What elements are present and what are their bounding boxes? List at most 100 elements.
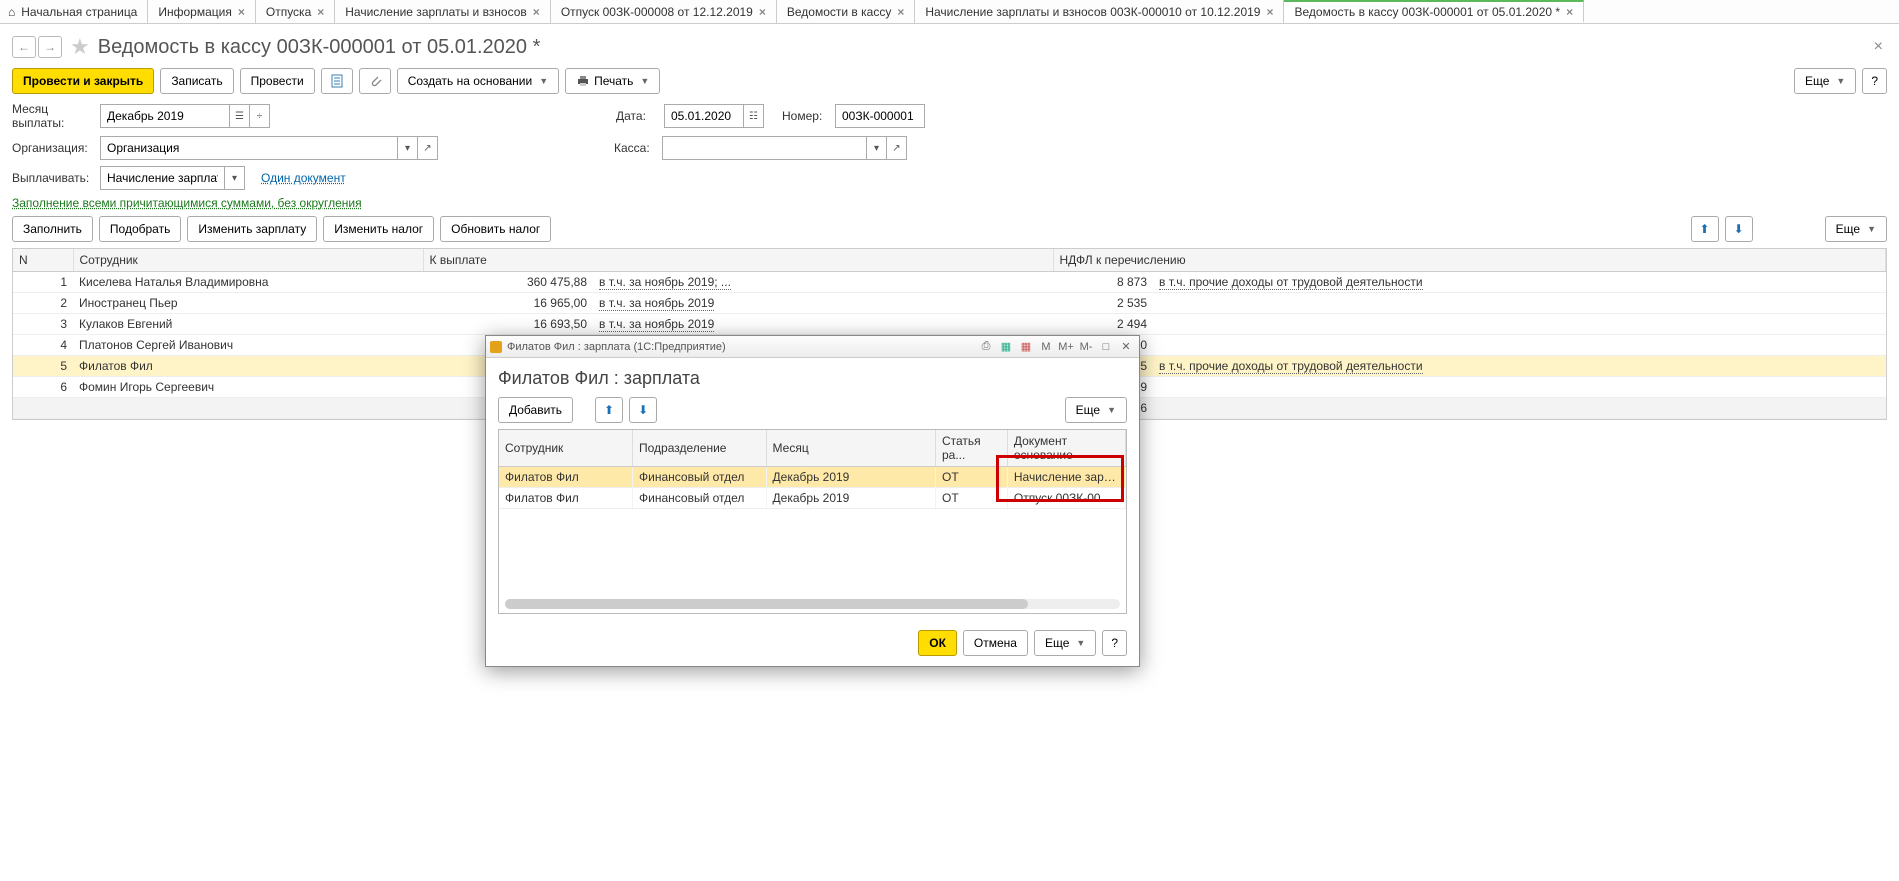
number-input[interactable]: [835, 104, 925, 128]
tab-label: Начисление зарплаты и взносов 00ЗК-00001…: [925, 5, 1260, 19]
cell-ndfl-detail[interactable]: в т.ч. прочие доходы от трудовой деятель…: [1153, 356, 1886, 377]
one-document-link[interactable]: Один документ: [261, 171, 346, 185]
cell-n: 6: [13, 377, 73, 398]
cell-pay-detail[interactable]: в т.ч. за ноябрь 2019: [593, 293, 1053, 314]
table-row[interactable]: 1Киселева Наталья Владимировна360 475,88…: [13, 272, 1886, 293]
table-row[interactable]: 2Иностранец Пьер16 965,00в т.ч. за ноябр…: [13, 293, 1886, 314]
tab-close-icon[interactable]: ×: [238, 5, 245, 19]
kassa-label: Касса:: [614, 141, 654, 155]
post-button[interactable]: Провести: [240, 68, 315, 94]
col-topay-header[interactable]: К выплате: [423, 249, 1053, 272]
document-close-icon[interactable]: ×: [1874, 38, 1887, 56]
tab-close-icon[interactable]: ×: [897, 5, 904, 19]
cell-pay-detail[interactable]: в т.ч. за ноябрь 2019: [593, 314, 1053, 335]
form-header: Месяц выплаты: ☰ ÷ Дата: ☷ Номер: Органи…: [0, 102, 1899, 210]
create-based-on-button[interactable]: Создать на основании▼: [397, 68, 559, 94]
cell-ndfl: 2 494: [1053, 314, 1153, 335]
dialog-table-row[interactable]: Филатов ФилФинансовый отделДекабрь 2019О…: [499, 467, 1126, 488]
command-bar: Провести и закрыть Записать Провести Соз…: [0, 68, 1899, 102]
tab[interactable]: Отпуск 00ЗК-000008 от 12.12.2019×: [551, 0, 777, 23]
org-open-icon[interactable]: ↗: [418, 136, 438, 160]
pay-kind-input[interactable]: [100, 166, 225, 190]
cell-pay-detail[interactable]: в т.ч. за ноябрь 2019; ...: [593, 272, 1053, 293]
tab-close-icon[interactable]: ×: [1566, 5, 1573, 19]
move-up-button[interactable]: ⬆: [1691, 216, 1719, 242]
dialog-add-button[interactable]: Добавить: [498, 397, 573, 423]
dialog-close-icon[interactable]: ✕: [1117, 339, 1135, 355]
col-ndfl-header[interactable]: НДФЛ к перечислению: [1053, 249, 1886, 272]
dialog-table-row[interactable]: Филатов ФилФинансовый отделДекабрь 2019О…: [499, 488, 1126, 509]
mem-mplus-button[interactable]: M+: [1057, 339, 1075, 355]
dialog-more-button[interactable]: Еще▼: [1065, 397, 1127, 423]
tab[interactable]: ⌂ Начальная страница: [0, 0, 148, 23]
kassa-open-icon[interactable]: ↗: [887, 136, 907, 160]
kassa-dropdown-icon[interactable]: ▾: [867, 136, 887, 160]
org-dropdown-icon[interactable]: ▾: [398, 136, 418, 160]
print-button[interactable]: Печать▼: [565, 68, 660, 94]
organization-input[interactable]: [100, 136, 398, 160]
col-n-header[interactable]: N: [13, 249, 73, 272]
tab[interactable]: Начисление зарплаты и взносов×: [335, 0, 551, 23]
tab-close-icon[interactable]: ×: [317, 5, 324, 19]
move-down-button[interactable]: ⬇: [1725, 216, 1753, 242]
table-row[interactable]: 3Кулаков Евгений16 693,50в т.ч. за ноябр…: [13, 314, 1886, 335]
pay-kind-dropdown-icon[interactable]: ▾: [225, 166, 245, 190]
dialog-maximize-icon[interactable]: □: [1097, 339, 1115, 355]
attachment-icon-button[interactable]: [359, 68, 391, 94]
dialog-cancel-button[interactable]: Отмена: [963, 630, 1028, 656]
date-calendar-icon[interactable]: ☷: [744, 104, 764, 128]
change-pay-button[interactable]: Изменить зарплату: [187, 216, 317, 242]
dlg-col-basis-doc[interactable]: Документ основание: [1007, 430, 1125, 467]
calendar-icon[interactable]: ▦: [1017, 339, 1035, 355]
help-button[interactable]: ?: [1862, 68, 1887, 94]
more-button[interactable]: Еще▼: [1794, 68, 1856, 94]
month-calendar-icon[interactable]: ☰: [230, 104, 250, 128]
table-more-button[interactable]: Еще▼: [1825, 216, 1887, 242]
tab-close-icon[interactable]: ×: [759, 5, 766, 19]
dlg-col-department[interactable]: Подразделение: [633, 430, 767, 467]
dialog-foot-more-button[interactable]: Еще▼: [1034, 630, 1096, 656]
dialog-ok-button[interactable]: ОК: [918, 630, 957, 656]
print-preview-icon[interactable]: ⎙: [977, 339, 995, 355]
col-employee-header[interactable]: Сотрудник: [73, 249, 423, 272]
dlg-col-month[interactable]: Месяц: [766, 430, 935, 467]
date-input[interactable]: [664, 104, 744, 128]
tab[interactable]: Ведомости в кассу×: [777, 0, 915, 23]
dialog-title-bar[interactable]: Филатов Фил : зарплата (1С:Предприятие) …: [486, 336, 1139, 358]
change-tax-button[interactable]: Изменить налог: [323, 216, 434, 242]
cell-ndfl-detail[interactable]: в т.ч. прочие доходы от трудовой деятель…: [1153, 272, 1886, 293]
nav-back-button[interactable]: ←: [12, 36, 36, 58]
fill-button[interactable]: Заполнить: [12, 216, 93, 242]
cell-ndfl-detail: [1153, 377, 1886, 398]
dlg-col-employee[interactable]: Сотрудник: [499, 430, 633, 467]
dialog-h-scrollbar[interactable]: [505, 599, 1120, 609]
cell-employee: Кулаков Евгений: [73, 314, 423, 335]
month-stepper-icon[interactable]: ÷: [250, 104, 270, 128]
dialog-help-button[interactable]: ?: [1102, 630, 1127, 656]
post-and-close-button[interactable]: Провести и закрыть: [12, 68, 154, 94]
tab-close-icon[interactable]: ×: [1266, 5, 1273, 19]
kassa-input[interactable]: [662, 136, 867, 160]
fill-settings-link[interactable]: Заполнение всеми причитающимися суммами,…: [12, 196, 362, 210]
tab[interactable]: Ведомость в кассу 00ЗК-000001 от 05.01.2…: [1284, 0, 1584, 23]
tab[interactable]: Информация×: [148, 0, 256, 23]
pay-month-input[interactable]: [100, 104, 230, 128]
report-icon-button[interactable]: [321, 68, 353, 94]
dialog-move-up-button[interactable]: ⬆: [595, 397, 623, 423]
pick-button[interactable]: Подобрать: [99, 216, 181, 242]
update-tax-button[interactable]: Обновить налог: [440, 216, 551, 242]
dialog-move-down-button[interactable]: ⬇: [629, 397, 657, 423]
home-icon: ⌂: [8, 5, 15, 19]
mem-m-button[interactable]: M: [1037, 339, 1055, 355]
save-button[interactable]: Записать: [160, 68, 233, 94]
tab[interactable]: Начисление зарплаты и взносов 00ЗК-00001…: [915, 0, 1284, 23]
nav-forward-button[interactable]: →: [38, 36, 62, 58]
calc-icon[interactable]: ▦: [997, 339, 1015, 355]
cell-n: 4: [13, 335, 73, 356]
favorite-star-icon[interactable]: ★: [70, 34, 90, 60]
tab[interactable]: Отпуска×: [256, 0, 335, 23]
dlg-col-article[interactable]: Статья ра...: [935, 430, 1007, 467]
tab-close-icon[interactable]: ×: [533, 5, 540, 19]
tab-label: Начальная страница: [21, 5, 137, 19]
mem-mmin-button[interactable]: M-: [1077, 339, 1095, 355]
